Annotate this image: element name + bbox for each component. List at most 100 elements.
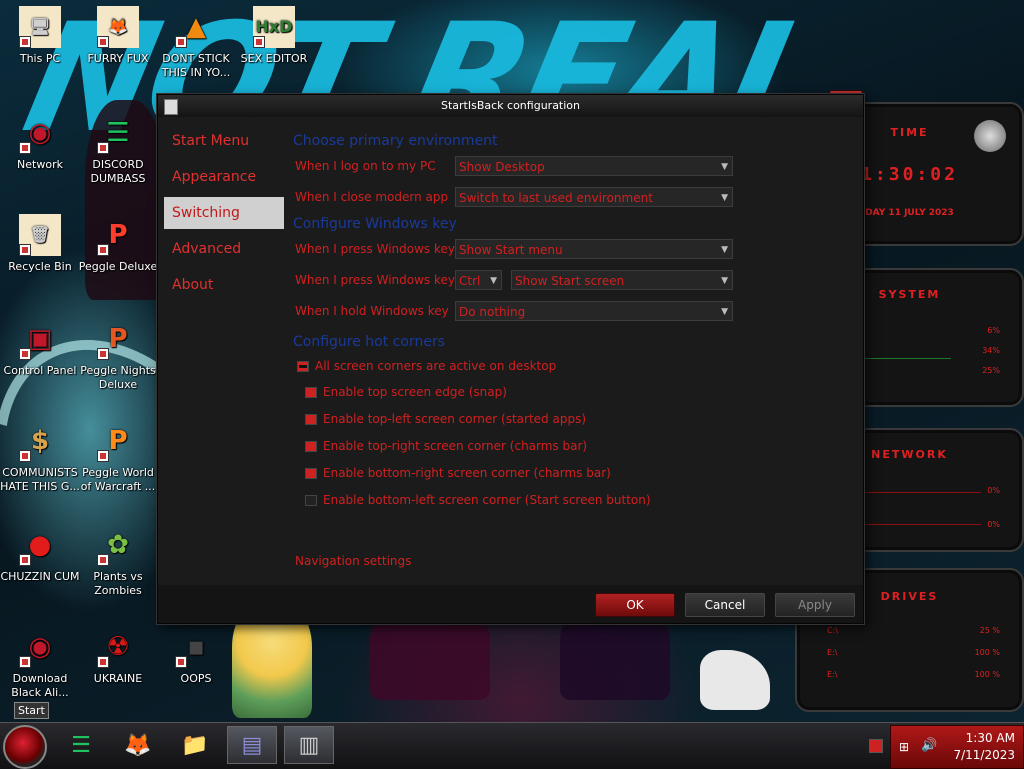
top-edge-label: Enable top screen edge (snap) xyxy=(323,385,507,399)
shortcut-arrow-icon xyxy=(19,244,31,256)
desktop-shortcut-label: OOPS xyxy=(180,672,212,685)
top-edge-checkbox[interactable]: Enable top screen edge (snap) xyxy=(305,385,507,399)
desktop-shortcut[interactable]: ▪ OOPS xyxy=(156,626,236,686)
chevron-down-icon: ▼ xyxy=(721,193,728,203)
desktop-shortcut[interactable]: 🖥 This PC xyxy=(0,6,80,66)
desktop-shortcut[interactable]: $ COMMUNISTS HATE THIS G... xyxy=(0,420,80,494)
apply-button[interactable]: Apply xyxy=(775,593,855,617)
desktop-shortcut[interactable]: ▣ Control Panel xyxy=(0,318,80,378)
desktop-shortcut[interactable]: P Peggle Nights Deluxe xyxy=(78,318,158,392)
all-corners-checkbox[interactable]: All screen corners are active on desktop xyxy=(297,359,556,373)
press-winkey-plus-label: When I press Windows key + xyxy=(295,273,469,287)
shortcut-arrow-icon xyxy=(19,554,31,566)
desktop-shortcut[interactable]: 🗑 Recycle Bin xyxy=(0,214,80,274)
desktop-shortcut[interactable]: ◉ Download Black Ali... xyxy=(0,626,80,700)
alien-icon xyxy=(974,120,1006,152)
nav-about[interactable]: About xyxy=(164,269,284,301)
radiation-icon: ☢ xyxy=(97,626,139,668)
logon-dropdown-value: Show Desktop xyxy=(459,160,545,174)
wallpaper-sneaker xyxy=(700,650,770,710)
network-upload-value: 0% xyxy=(987,486,1000,495)
press-winkey-plus-dropdown[interactable]: Show Start screen ▼ xyxy=(511,270,733,290)
shortcut-arrow-icon xyxy=(19,450,31,462)
peggle-icon: P xyxy=(97,214,139,256)
oops-icon: ▪ xyxy=(175,626,217,668)
desktop-shortcut-label: This PC xyxy=(19,52,61,65)
hold-winkey-label: When I hold Windows key xyxy=(295,304,449,318)
top-right-corner-checkbox[interactable]: Enable top-right screen corner (charms b… xyxy=(305,439,587,453)
desktop-shortcut[interactable]: ✿ Plants vs Zombies xyxy=(78,524,158,598)
desktop-shortcut-label: CHUZZIN CUM xyxy=(0,570,80,583)
drive-usage-value: 100 % xyxy=(974,648,1000,657)
dialog-titlebar[interactable]: StartIsBack configuration xyxy=(158,95,863,117)
desktop-shortcut[interactable]: P Peggle Deluxe xyxy=(78,214,158,274)
taskbar-chat-app-button[interactable]: ☰ xyxy=(56,726,106,764)
taskbar-startisback-window-button[interactable]: ▥ xyxy=(284,726,334,764)
ok-button[interactable]: OK xyxy=(595,593,675,617)
press-winkey-dropdown[interactable]: Show Start menu ▼ xyxy=(455,239,733,259)
disk-usage-value: 25% xyxy=(982,366,1000,375)
drive-usage-value: 25 % xyxy=(979,626,1000,635)
desktop-shortcut-label: DISCORD DUMBASS xyxy=(90,158,146,185)
start-button[interactable] xyxy=(3,725,47,769)
logon-dropdown[interactable]: Show Desktop ▼ xyxy=(455,156,733,176)
desktop-shortcut-label: Control Panel xyxy=(3,364,77,377)
nav-appearance[interactable]: Appearance xyxy=(164,161,284,193)
desktop-shortcut[interactable]: 🦊 FURRY FUX xyxy=(78,6,158,66)
desktop-shortcut[interactable]: ● CHUZZIN CUM xyxy=(0,524,80,584)
nav-start-menu[interactable]: Start Menu xyxy=(164,125,284,157)
bottom-right-corner-checkbox[interactable]: Enable bottom-right screen corner (charm… xyxy=(305,466,611,480)
shortcut-arrow-icon xyxy=(97,142,109,154)
desktop-shortcut-label: UKRAINE xyxy=(93,672,143,685)
volume-icon[interactable]: 🔊 xyxy=(921,738,937,753)
modifier-key-dropdown[interactable]: Ctrl ▼ xyxy=(455,270,502,290)
desktop-shortcut-label: Recycle Bin xyxy=(8,260,72,273)
desktop-shortcut[interactable]: ◉ Network xyxy=(0,112,80,172)
desktop-shortcut[interactable]: ☰ DISCORD DUMBASS xyxy=(78,112,158,186)
top-left-corner-checkbox[interactable]: Enable top-left screen corner (started a… xyxy=(305,412,586,426)
chevron-down-icon: ▼ xyxy=(721,276,728,286)
shortcut-arrow-icon xyxy=(19,348,31,360)
desktop-shortcut-label: FURRY FUX xyxy=(87,52,149,65)
recycle-bin-icon: 🗑 xyxy=(19,214,61,256)
shortcut-arrow-icon xyxy=(97,348,109,360)
close-app-label: When I close modern app xyxy=(295,190,449,204)
desktop-shortcut-label: Plants vs Zombies xyxy=(93,570,143,597)
dialog-button-bar: OK Cancel Apply xyxy=(158,585,863,623)
startisback-window-icon: ▥ xyxy=(298,732,320,758)
nav-switching[interactable]: Switching xyxy=(164,197,284,229)
desktop-shortcut-label: Peggle Deluxe xyxy=(78,260,158,273)
clock-time: 1:30 AM xyxy=(965,731,1015,745)
desktop-shortcut[interactable]: P Peggle World of Warcraft ... xyxy=(78,420,158,494)
desktop-shortcut[interactable]: ▲ DONT STICK THIS IN YO... xyxy=(156,6,236,80)
desktop-shortcut[interactable]: HxD SEX EDITOR xyxy=(234,6,314,66)
close-app-dropdown-value: Switch to last used environment xyxy=(459,191,653,205)
show-hidden-icons-button[interactable] xyxy=(869,739,883,753)
close-app-dropdown[interactable]: Switch to last used environment ▼ xyxy=(455,187,733,207)
drive-name: C:\ xyxy=(827,626,838,635)
logon-label: When I log on to my PC xyxy=(295,159,436,173)
network-status-icon[interactable]: ⊞ xyxy=(899,740,909,754)
file-explorer-icon: 📁 xyxy=(181,732,209,758)
cancel-button[interactable]: Cancel xyxy=(685,593,765,617)
hxd-icon: HxD xyxy=(253,6,295,48)
nav-advanced[interactable]: Advanced xyxy=(164,233,284,265)
taskbar-firefox-button[interactable]: 🦊 xyxy=(113,726,163,764)
shortcut-arrow-icon xyxy=(97,36,109,48)
taskbar-settings-window-button[interactable]: ▤ xyxy=(227,726,277,764)
control-panel-icon: ▣ xyxy=(19,318,61,360)
desktop-shortcut[interactable]: ☢ UKRAINE xyxy=(78,626,158,686)
section-primary-environment: Choose primary environment xyxy=(293,133,498,149)
settings-sidebar: Start Menu Appearance Switching Advanced… xyxy=(164,125,284,305)
navigation-settings-link[interactable]: Navigation settings xyxy=(295,554,411,568)
shortcut-arrow-icon xyxy=(97,244,109,256)
firefox-icon: 🦊 xyxy=(97,6,139,48)
checkbox-partial-icon xyxy=(297,360,309,372)
bottom-left-corner-checkbox[interactable]: Enable bottom-left screen corner (Start … xyxy=(305,493,651,507)
drive-name: E:\ xyxy=(827,648,838,657)
desktop-shortcut-label: SEX EDITOR xyxy=(240,52,308,65)
shortcut-arrow-icon xyxy=(97,656,109,668)
hold-winkey-dropdown[interactable]: Do nothing ▼ xyxy=(455,301,733,321)
taskbar-file-explorer-button[interactable]: 📁 xyxy=(170,726,220,764)
taskbar-clock[interactable]: 1:30 AM 7/11/2023 xyxy=(953,730,1015,764)
